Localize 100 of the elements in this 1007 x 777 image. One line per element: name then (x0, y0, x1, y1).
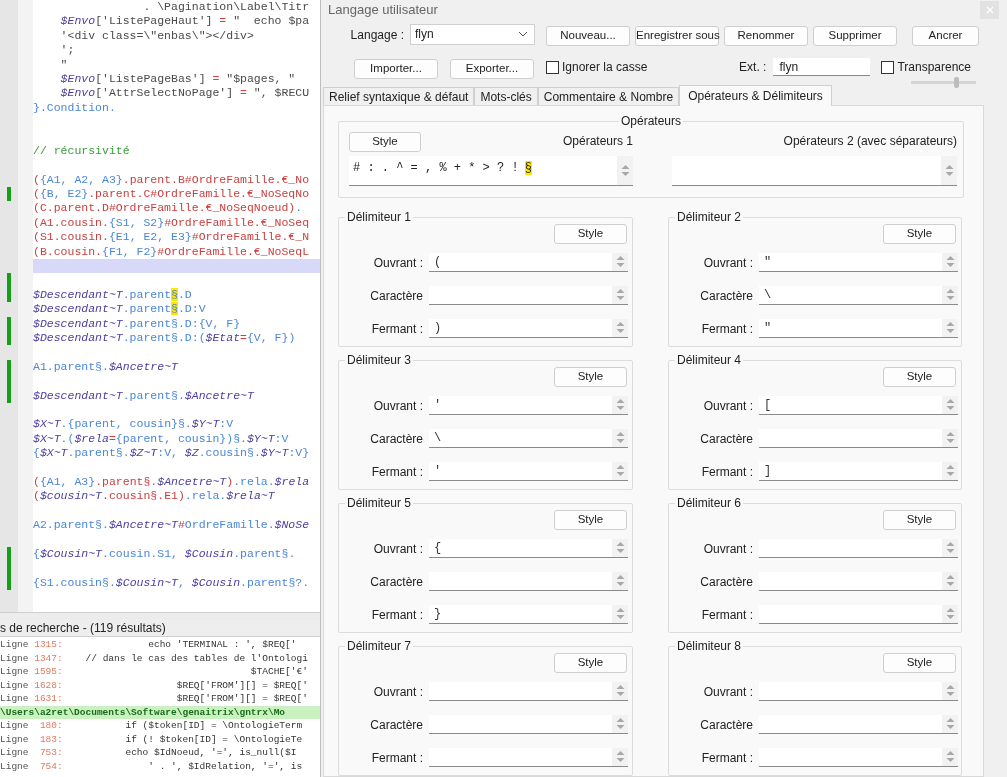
search-result-row[interactable]: Ligne 753: echo $IdNoeud, '=', is_null($I (0, 746, 320, 760)
search-result-row[interactable]: Ligne 1315: echo 'TERMINAL : ', $REQ[' (0, 638, 320, 652)
spin-arrows-icon[interactable] (615, 431, 625, 444)
field-label: Fermant : (371, 608, 423, 622)
extension-field[interactable]: flyn (773, 58, 871, 77)
spin-arrows-icon[interactable] (615, 607, 625, 620)
operators-field[interactable]: # : . ^ = , % + * > ? ! § (349, 156, 633, 186)
field-label: Fermant : (701, 751, 753, 765)
toolbar-button[interactable]: Nouveau... (546, 25, 630, 46)
search-result-row[interactable]: Ligne 180: if ($token[ID] = \OntologieTerm (0, 719, 320, 733)
spin-field[interactable] (759, 428, 958, 448)
search-result-row[interactable]: Ligne 1628: $REQ['FROM'][] = $REQ[' (0, 678, 320, 692)
language-dropdown[interactable]: flyn (410, 23, 535, 45)
spin-field[interactable]: " (759, 318, 958, 338)
spin-field[interactable]: ' (429, 461, 628, 481)
field-label: Opérateurs 2 (avec séparateurs) (783, 133, 957, 150)
spin-arrows-icon[interactable] (615, 398, 625, 411)
toolbar-button[interactable]: Ancrer (912, 25, 979, 46)
spin-field[interactable] (429, 571, 628, 591)
spin-arrows-icon[interactable] (945, 607, 955, 620)
extension-label: Ext. : (739, 59, 767, 77)
spin-arrows-icon[interactable] (945, 321, 955, 334)
spin-field[interactable] (759, 604, 958, 624)
spin-field[interactable] (429, 681, 628, 701)
spin-arrows-icon[interactable] (945, 684, 955, 697)
style-button[interactable]: Style (554, 510, 627, 530)
spin-arrows-icon[interactable] (615, 255, 625, 268)
spin-field[interactable]: ) (429, 318, 628, 338)
checkbox[interactable] (546, 60, 559, 74)
group-title: Délimiteur 1 (346, 210, 413, 224)
operators-field[interactable] (672, 156, 957, 186)
spin-arrows-icon[interactable] (945, 574, 955, 587)
toolbar-button[interactable]: Renommer (724, 25, 808, 46)
spin-arrows-icon[interactable] (615, 321, 625, 334)
scroll-arrows-icon[interactable] (620, 164, 630, 177)
spin-field[interactable] (429, 747, 628, 767)
tab[interactable]: Commentaire & Nombre (537, 87, 680, 105)
spin-arrows-icon[interactable] (615, 574, 625, 587)
toolbar-button[interactable]: Enregistrer sous (635, 25, 719, 46)
tab[interactable]: Opérateurs & Délimiteurs (679, 85, 832, 106)
horizontal-scrollbar[interactable] (0, 612, 320, 620)
style-button[interactable]: Style (554, 653, 627, 673)
spin-arrows-icon[interactable] (945, 541, 955, 554)
spin-arrows-icon[interactable] (615, 684, 625, 697)
spin-arrows-icon[interactable] (615, 717, 625, 730)
spin-arrows-icon[interactable] (945, 255, 955, 268)
spin-arrows-icon[interactable] (945, 717, 955, 730)
spin-field[interactable] (759, 714, 958, 734)
search-result-row[interactable]: Ligne 754: ' . ', $IdRelation, '=', is (0, 759, 320, 773)
field-label: Caractère (700, 289, 753, 303)
spin-arrows-icon[interactable] (615, 541, 625, 554)
style-button[interactable]: Style (883, 367, 956, 387)
tab[interactable]: Mots-clés (474, 87, 538, 105)
spin-field[interactable]: " (759, 252, 958, 272)
field-label: Fermant : (371, 322, 423, 336)
tab[interactable]: Relief syntaxique & défaut (323, 87, 475, 105)
field-label: Fermant : (701, 322, 753, 336)
style-button[interactable]: Style (883, 510, 956, 530)
spin-arrows-icon[interactable] (945, 750, 955, 763)
field-label: Fermant : (701, 608, 753, 622)
spin-field[interactable] (759, 681, 958, 701)
style-button[interactable]: Style (554, 224, 627, 244)
style-button[interactable]: Style (349, 131, 421, 152)
spin-field[interactable]: ' (429, 395, 628, 415)
spin-field[interactable]: { (429, 538, 628, 558)
field-label: Opérateurs 1 (562, 133, 633, 150)
search-result-row[interactable]: Ligne 1595: $TACHE['€' (0, 665, 320, 679)
spin-field[interactable] (429, 285, 628, 305)
field-label: Caractère (370, 718, 423, 732)
spin-arrows-icon[interactable] (615, 750, 625, 763)
spin-field[interactable]: ( (429, 252, 628, 272)
search-file-row[interactable]: \Users\a2ret\Documents\Software\genaitrix\gntrx\Mo (0, 705, 320, 719)
spin-field[interactable] (759, 571, 958, 591)
spin-arrows-icon[interactable] (945, 464, 955, 477)
search-result-row[interactable]: Ligne 183: if (! $token[ID] = \OntologieTe (0, 732, 320, 746)
spin-arrows-icon[interactable] (945, 398, 955, 411)
spin-field[interactable] (759, 747, 958, 767)
spin-arrows-icon[interactable] (945, 431, 955, 444)
spin-arrows-icon[interactable] (945, 288, 955, 301)
spin-field[interactable]: \ (759, 285, 958, 305)
checkbox[interactable] (881, 60, 895, 74)
spin-field[interactable] (429, 714, 628, 734)
search-result-row[interactable]: Ligne 1631: $REQ['FROM'][] = $REQ[' (0, 692, 320, 706)
spin-field[interactable]: ] (759, 461, 958, 481)
scroll-arrows-icon[interactable] (944, 164, 954, 177)
import-button[interactable]: Importer... (354, 58, 438, 79)
style-button[interactable]: Style (554, 367, 627, 387)
spin-arrows-icon[interactable] (615, 288, 625, 301)
style-button[interactable]: Style (883, 653, 956, 673)
export-button[interactable]: Exporter... (450, 58, 534, 79)
close-button[interactable] (980, 1, 999, 20)
search-result-row[interactable]: Ligne 1347: // dans le cas des tables de l'Ontologi (0, 651, 320, 665)
style-button[interactable]: Style (883, 224, 956, 244)
spin-field[interactable]: \ (429, 428, 628, 448)
spin-field[interactable]: } (429, 604, 628, 624)
field-label: Caractère (370, 575, 423, 589)
spin-field[interactable] (759, 538, 958, 558)
spin-field[interactable]: [ (759, 395, 958, 415)
spin-arrows-icon[interactable] (615, 464, 625, 477)
toolbar-button[interactable]: Supprimer (813, 25, 897, 46)
